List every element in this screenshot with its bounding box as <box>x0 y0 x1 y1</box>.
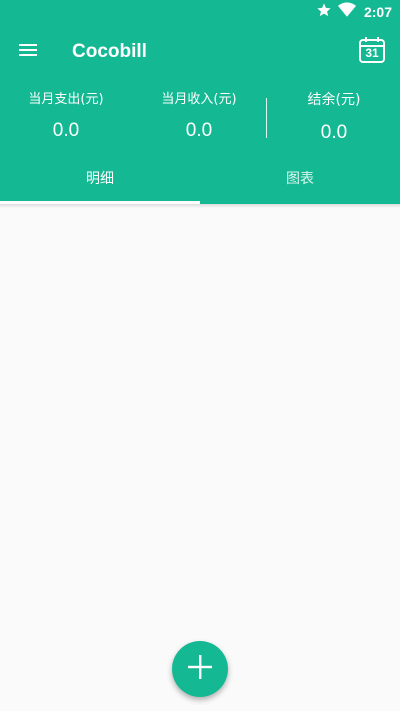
tab-bar: 明细 图表 <box>0 156 400 204</box>
header-shadow <box>0 204 400 208</box>
wifi-icon <box>337 2 356 22</box>
star-icon <box>316 2 332 22</box>
tab-details[interactable]: 明细 <box>0 156 200 204</box>
expense-value: 0.0 <box>52 120 80 141</box>
plus-icon <box>187 654 213 684</box>
balance-label: 结余(元) <box>307 92 361 108</box>
details-list <box>0 204 400 711</box>
summary-divider <box>266 98 267 138</box>
income-summary: 当月收入(元) 0.0 <box>132 80 266 142</box>
toolbar: Cocobill 31 <box>0 24 400 80</box>
calendar-day-text: 31 <box>365 46 379 60</box>
add-bill-button[interactable] <box>172 641 228 697</box>
app-header: 2:07 Cocobill 31 当月支出(元) 0.0 当月收入(元) 0.0… <box>0 0 400 204</box>
tab-details-label: 明细 <box>86 171 114 187</box>
balance-value: 0.0 <box>320 122 348 143</box>
expense-label: 当月支出(元) <box>28 92 104 107</box>
hamburger-menu-icon <box>18 42 38 62</box>
app-title: Cocobill <box>72 41 147 62</box>
balance-summary: 结余(元) 0.0 <box>268 80 400 146</box>
monthly-summary: 当月支出(元) 0.0 当月收入(元) 0.0 结余(元) 0.0 <box>0 80 400 156</box>
calendar-button[interactable]: 31 <box>358 36 390 68</box>
income-label: 当月收入(元) <box>161 92 237 107</box>
tab-chart[interactable]: 图表 <box>200 156 400 204</box>
menu-button[interactable] <box>8 32 48 72</box>
expense-summary: 当月支出(元) 0.0 <box>0 80 132 142</box>
income-value: 0.0 <box>185 120 213 141</box>
status-icons: 2:07 <box>316 2 392 22</box>
status-bar: 2:07 <box>0 0 400 24</box>
tab-chart-label: 图表 <box>286 171 314 187</box>
status-time: 2:07 <box>363 4 392 20</box>
